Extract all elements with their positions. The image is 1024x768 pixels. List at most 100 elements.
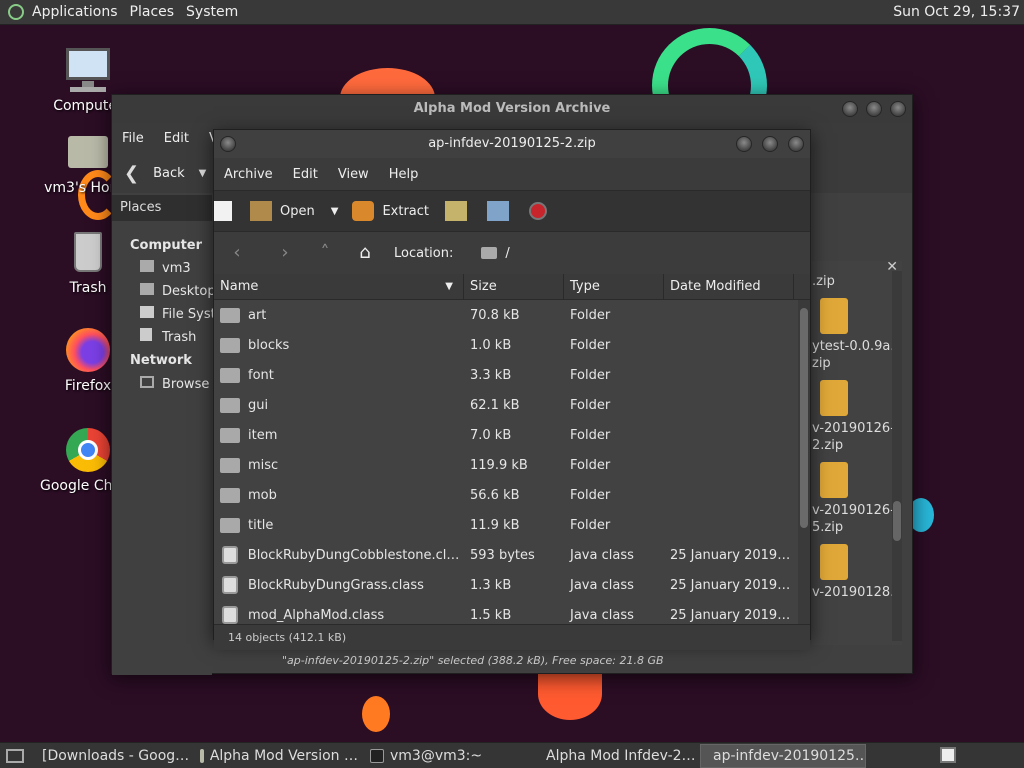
- zip-file-icon[interactable]: [820, 544, 848, 580]
- close-button[interactable]: [890, 101, 906, 117]
- extract-button[interactable]: Extract: [352, 201, 429, 221]
- places-menu[interactable]: Places: [130, 4, 175, 20]
- zip-file-icon[interactable]: [820, 462, 848, 498]
- file-label[interactable]: v-20190128.: [812, 584, 902, 601]
- open-dropdown-icon[interactable]: ▼: [331, 206, 339, 217]
- sidebar-item-browse-network[interactable]: Browse Network: [112, 373, 268, 396]
- up-icon[interactable]: ˄: [314, 242, 336, 264]
- folder-icon: [481, 247, 498, 259]
- zip-file-icon[interactable]: [820, 380, 848, 416]
- home-icon[interactable]: ⌂: [354, 242, 376, 264]
- table-row[interactable]: mob 56.6 kB Folder: [214, 480, 810, 510]
- maximize-button[interactable]: [762, 136, 778, 152]
- clock[interactable]: Sun Oct 29, 15:37: [893, 4, 1020, 20]
- table-row[interactable]: item 7.0 kB Folder: [214, 420, 810, 450]
- home-folder-icon: [64, 128, 112, 176]
- back-history-dropdown-icon[interactable]: ▼: [199, 168, 207, 179]
- taskbar-item-archive-1[interactable]: Alpha Mod Infdev-2…: [534, 744, 700, 768]
- file-label[interactable]: .zip: [812, 273, 902, 290]
- sidebar-heading-computer: Computer: [130, 238, 203, 253]
- cell-type: Java class: [570, 607, 634, 623]
- table-row[interactable]: gui 62.1 kB Folder: [214, 390, 810, 420]
- table-row[interactable]: BlockRubyDungCobblestone.class 593 bytes J…: [214, 540, 810, 570]
- file-list-scrollbar[interactable]: [798, 300, 810, 624]
- workspace-switcher-icon[interactable]: [940, 747, 956, 763]
- java-class-file-icon: [222, 576, 238, 594]
- desktop-icon: [140, 283, 154, 295]
- menu-edit[interactable]: Edit: [283, 167, 328, 182]
- table-row[interactable]: BlockRubyDungGrass.class 1.3 kB Java class…: [214, 570, 810, 600]
- taskbar: [Downloads - Goog… Alpha Mod Version … v…: [0, 742, 1024, 768]
- maximize-button[interactable]: [866, 101, 882, 117]
- open-archive-icon: [250, 201, 272, 221]
- menu-edit[interactable]: Edit: [154, 131, 199, 146]
- back-arrow-icon[interactable]: ❮: [124, 163, 139, 184]
- cell-name-text: art: [248, 307, 267, 323]
- taskbar-item-chrome[interactable]: [Downloads - Goog…: [30, 744, 194, 768]
- file-label[interactable]: v-20190126-: [812, 420, 902, 437]
- sidebar-item-filesystem[interactable]: File System: [112, 303, 236, 326]
- cell-name: item: [214, 427, 464, 443]
- back-icon[interactable]: ‹: [226, 242, 248, 264]
- table-row[interactable]: art 70.8 kB Folder: [214, 300, 810, 330]
- cell-name: art: [214, 307, 464, 323]
- file-pane-scrollbar[interactable]: [892, 271, 902, 641]
- minimize-button[interactable]: [736, 136, 752, 152]
- column-header-date[interactable]: Date Modified: [664, 273, 794, 300]
- show-desktop-icon[interactable]: [6, 748, 24, 763]
- sidebar-item-vm3[interactable]: vm3: [112, 257, 212, 280]
- table-row[interactable]: title 11.9 kB Folder: [214, 510, 810, 540]
- cell-name: font: [214, 367, 464, 383]
- cell-name: misc: [214, 457, 464, 473]
- places-header[interactable]: Places: [112, 195, 212, 221]
- back-button[interactable]: Back: [153, 166, 185, 181]
- menu-file[interactable]: File: [112, 131, 154, 146]
- table-row[interactable]: misc 119.9 kB Folder: [214, 450, 810, 480]
- add-files-icon[interactable]: [445, 201, 467, 221]
- cell-size: 3.3 kB: [470, 367, 512, 383]
- java-class-file-icon: [222, 546, 238, 564]
- system-menu[interactable]: System: [186, 4, 238, 20]
- table-row[interactable]: font 3.3 kB Folder: [214, 360, 810, 390]
- sidebar-item-trash[interactable]: Trash: [112, 326, 212, 349]
- file-label[interactable]: 2.zip: [812, 437, 902, 454]
- menu-help[interactable]: Help: [379, 167, 429, 182]
- sidebar-item-desktop[interactable]: Desktop: [112, 280, 216, 303]
- taskbar-item-archive-2[interactable]: ap-infdev-20190125…: [700, 743, 866, 768]
- applications-menu[interactable]: Applications: [32, 4, 118, 20]
- column-header-type[interactable]: Type: [564, 273, 664, 300]
- column-header-name[interactable]: Name ▼: [214, 273, 464, 300]
- archive-titlebar[interactable]: ap-infdev-20190125-2.zip: [214, 130, 810, 158]
- file-label[interactable]: ytest-0.0.9a.: [812, 338, 902, 355]
- folder-icon: [220, 397, 240, 413]
- add-folder-icon[interactable]: [487, 201, 509, 221]
- file-manager-titlebar[interactable]: Alpha Mod Version Archive: [112, 95, 912, 123]
- open-button[interactable]: Open: [250, 201, 315, 221]
- zip-file-icon[interactable]: [820, 298, 848, 334]
- close-button[interactable]: [788, 136, 804, 152]
- new-archive-icon[interactable]: [214, 201, 232, 221]
- distro-logo-icon[interactable]: [8, 4, 24, 20]
- table-row[interactable]: mod_AlphaMod.class 1.5 kB Java class 25 Jan…: [214, 600, 810, 624]
- cell-size: 70.8 kB: [470, 307, 520, 323]
- stop-icon[interactable]: [529, 202, 547, 220]
- forward-icon[interactable]: ›: [274, 242, 296, 264]
- taskbar-item-terminal[interactable]: vm3@vm3:~: [364, 744, 534, 768]
- archive-toolbar: Open ▼ Extract: [214, 190, 810, 232]
- cell-size: 7.0 kB: [470, 427, 512, 443]
- scrollbar-thumb[interactable]: [800, 308, 808, 528]
- taskbar-item-file-manager[interactable]: Alpha Mod Version …: [194, 744, 364, 768]
- table-row[interactable]: blocks 1.0 kB Folder: [214, 330, 810, 360]
- file-label[interactable]: zip: [812, 355, 902, 372]
- file-label[interactable]: v-20190126-: [812, 502, 902, 519]
- location-path[interactable]: /: [505, 246, 509, 261]
- menu-archive[interactable]: Archive: [214, 167, 283, 182]
- folder-icon: [220, 337, 240, 353]
- folder-icon: [220, 307, 240, 323]
- window-menu-button[interactable]: [220, 136, 236, 152]
- cell-type: Folder: [570, 487, 611, 503]
- file-label[interactable]: 5.zip: [812, 519, 902, 536]
- column-header-size[interactable]: Size: [464, 273, 564, 300]
- minimize-button[interactable]: [842, 101, 858, 117]
- menu-view[interactable]: View: [328, 167, 379, 182]
